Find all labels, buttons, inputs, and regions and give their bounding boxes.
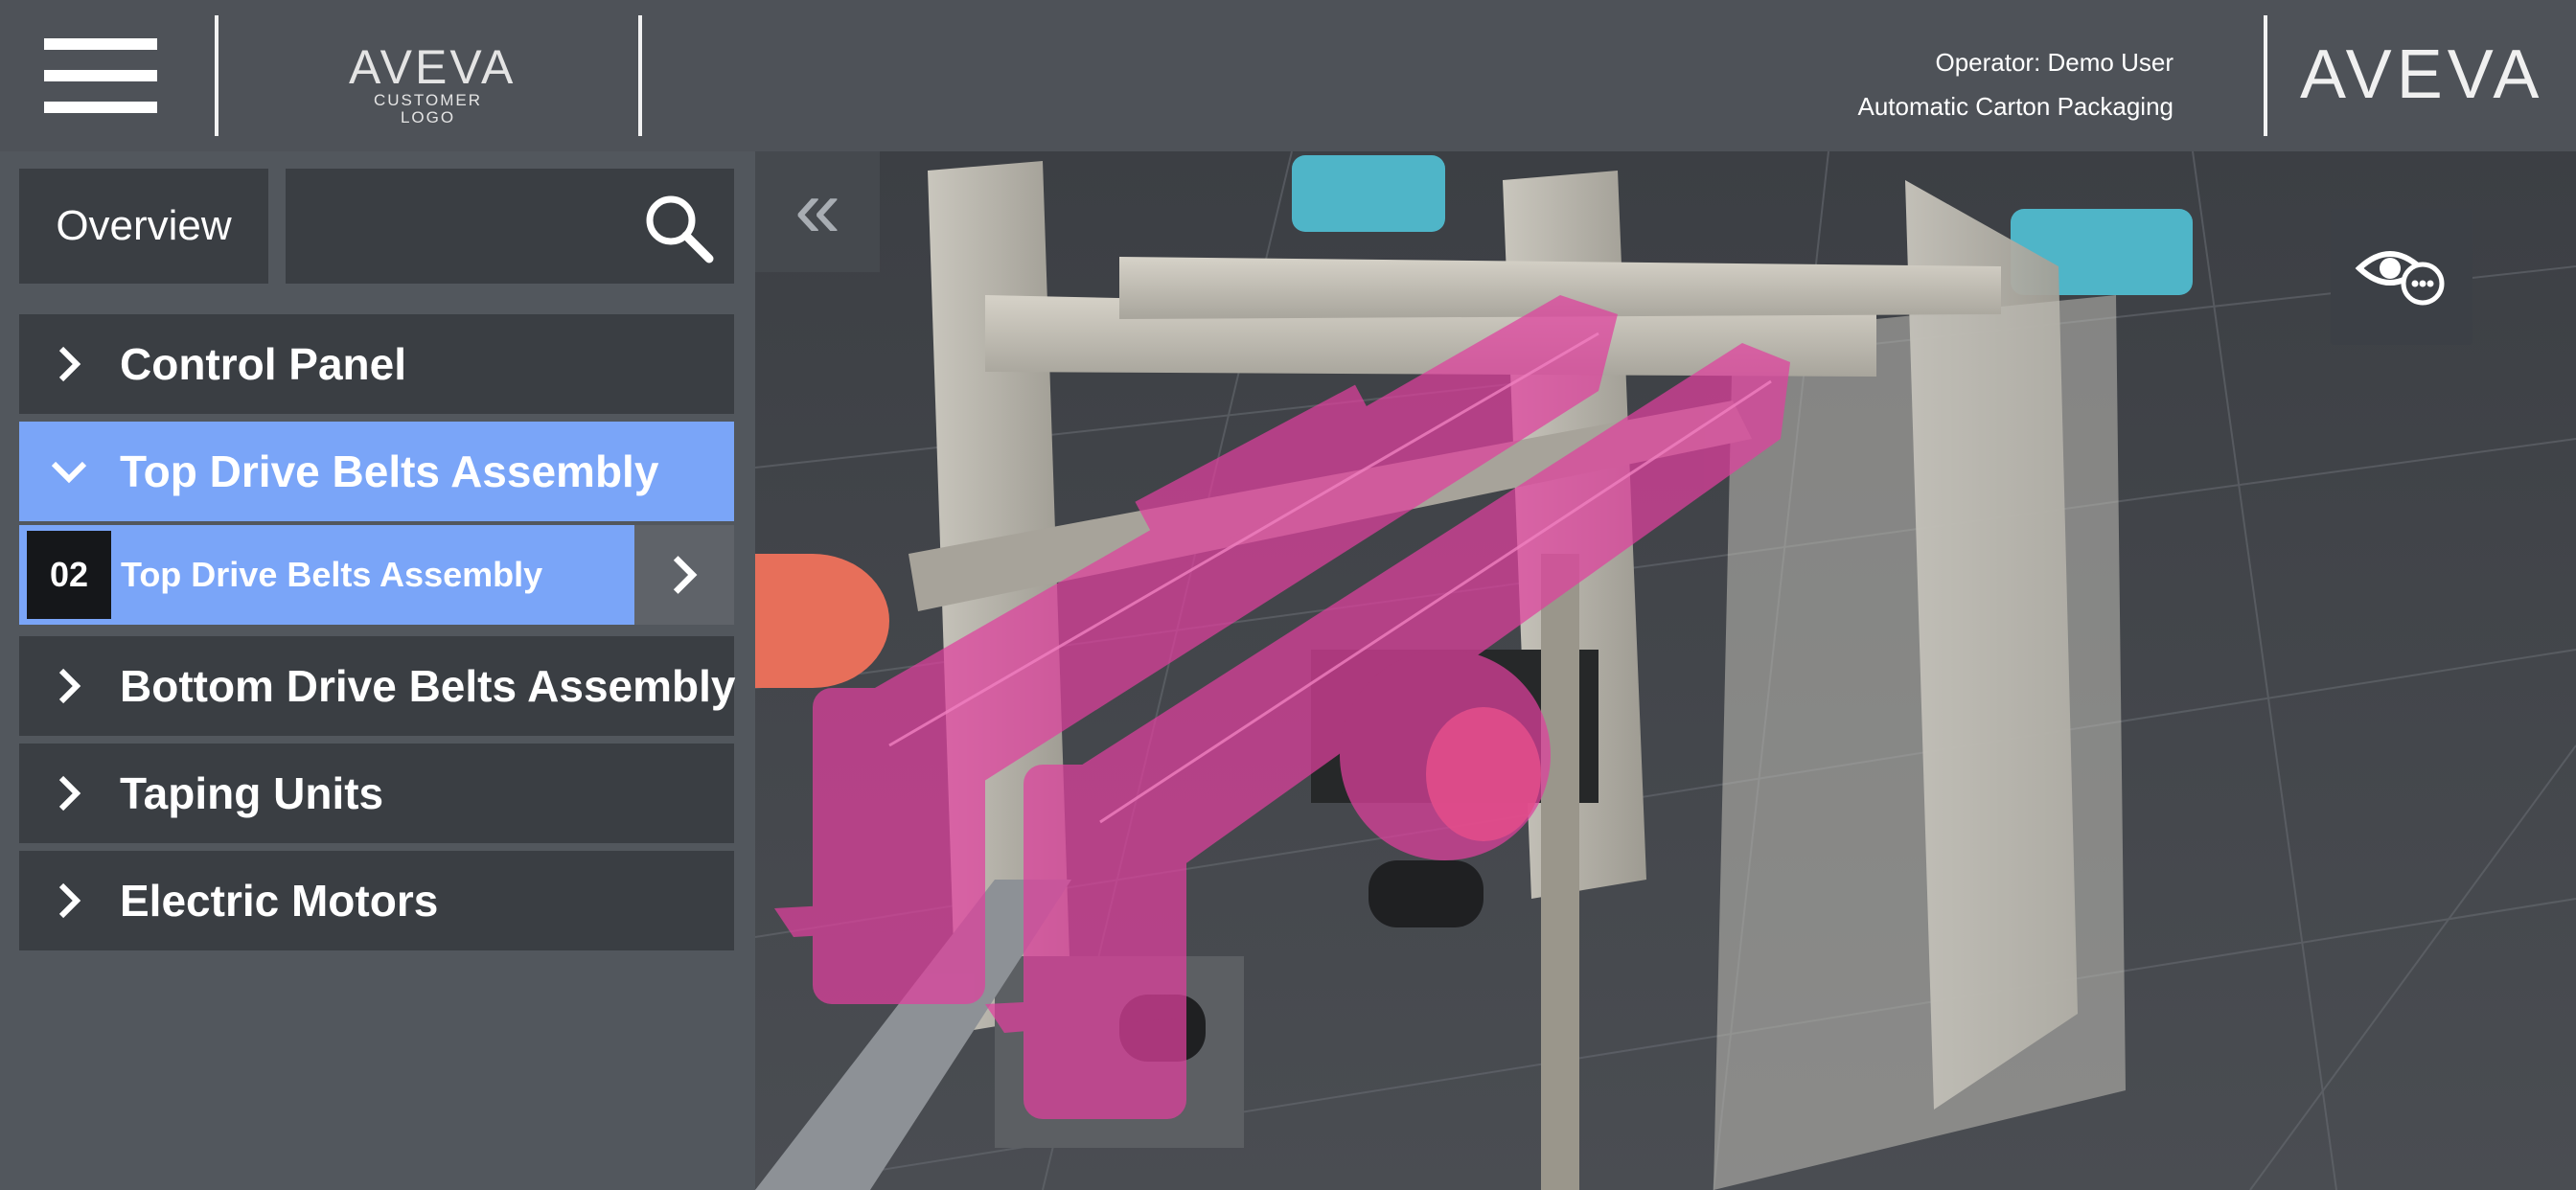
customer-logo-sub: CUSTOMER LOGO [374, 91, 482, 126]
tree-item-taping-units[interactable]: Taping Units [19, 744, 734, 843]
brand-logo: AVEVA [2300, 36, 2544, 113]
tree-item-label: Top Drive Belts Assembly [120, 446, 659, 496]
chevron-right-icon [58, 668, 81, 704]
customer-logo-word: AVEVA [349, 40, 517, 94]
operator-info: Operator: Demo User Automatic Carton Pac… [1857, 40, 2174, 128]
chevron-right-icon [673, 556, 698, 594]
menu-icon[interactable] [44, 36, 157, 115]
tree-subitem-top-drive-belts[interactable]: 02 Top Drive Belts Assembly [19, 525, 734, 625]
header-divider [638, 15, 642, 136]
subitem-number: 02 [27, 531, 111, 619]
overview-button[interactable]: Overview [19, 169, 268, 284]
operator-label: Operator: Demo User [1935, 48, 2174, 77]
tree-item-label: Bottom Drive Belts Assembly [120, 661, 736, 711]
tree-item-bottom-drive-belts[interactable]: Bottom Drive Belts Assembly [19, 636, 736, 736]
app-header: AVEVA CUSTOMER LOGO Operator: Demo User … [0, 0, 2576, 151]
chevron-down-icon [51, 461, 87, 484]
search-icon[interactable] [640, 190, 717, 266]
visibility-options-icon [2355, 251, 2445, 306]
tree-item-electric-motors[interactable]: Electric Motors [19, 851, 734, 950]
subitem-open-button[interactable] [634, 525, 734, 625]
chevron-right-icon [58, 882, 81, 919]
tree-item-control-panel[interactable]: Control Panel [19, 314, 734, 414]
tree-item-top-drive-belts[interactable]: Top Drive Belts Assembly [19, 422, 734, 521]
double-chevron-left-icon: « [794, 163, 840, 255]
tree-item-label: Taping Units [120, 768, 384, 818]
machine-3d-model [755, 151, 2576, 1190]
search-input[interactable] [305, 197, 625, 257]
header-divider [2264, 15, 2267, 136]
visibility-options-button[interactable] [2331, 209, 2472, 345]
chevron-right-icon [58, 346, 81, 382]
customer-logo: AVEVA CUSTOMER LOGO [349, 40, 517, 126]
model-tree-panel: Overview Control Panel Top Drive Belts A… [0, 151, 755, 1190]
subitem-label: Top Drive Belts Assembly [121, 555, 543, 594]
model-viewport[interactable] [755, 151, 2576, 1190]
chevron-right-icon [58, 775, 81, 812]
collapse-panel-button[interactable]: « [755, 151, 880, 272]
tree-item-label: Control Panel [120, 339, 407, 389]
tree-item-label: Electric Motors [120, 876, 439, 926]
process-name: Automatic Carton Packaging [1857, 92, 2174, 121]
search-field[interactable] [286, 169, 734, 284]
header-divider [215, 15, 218, 136]
